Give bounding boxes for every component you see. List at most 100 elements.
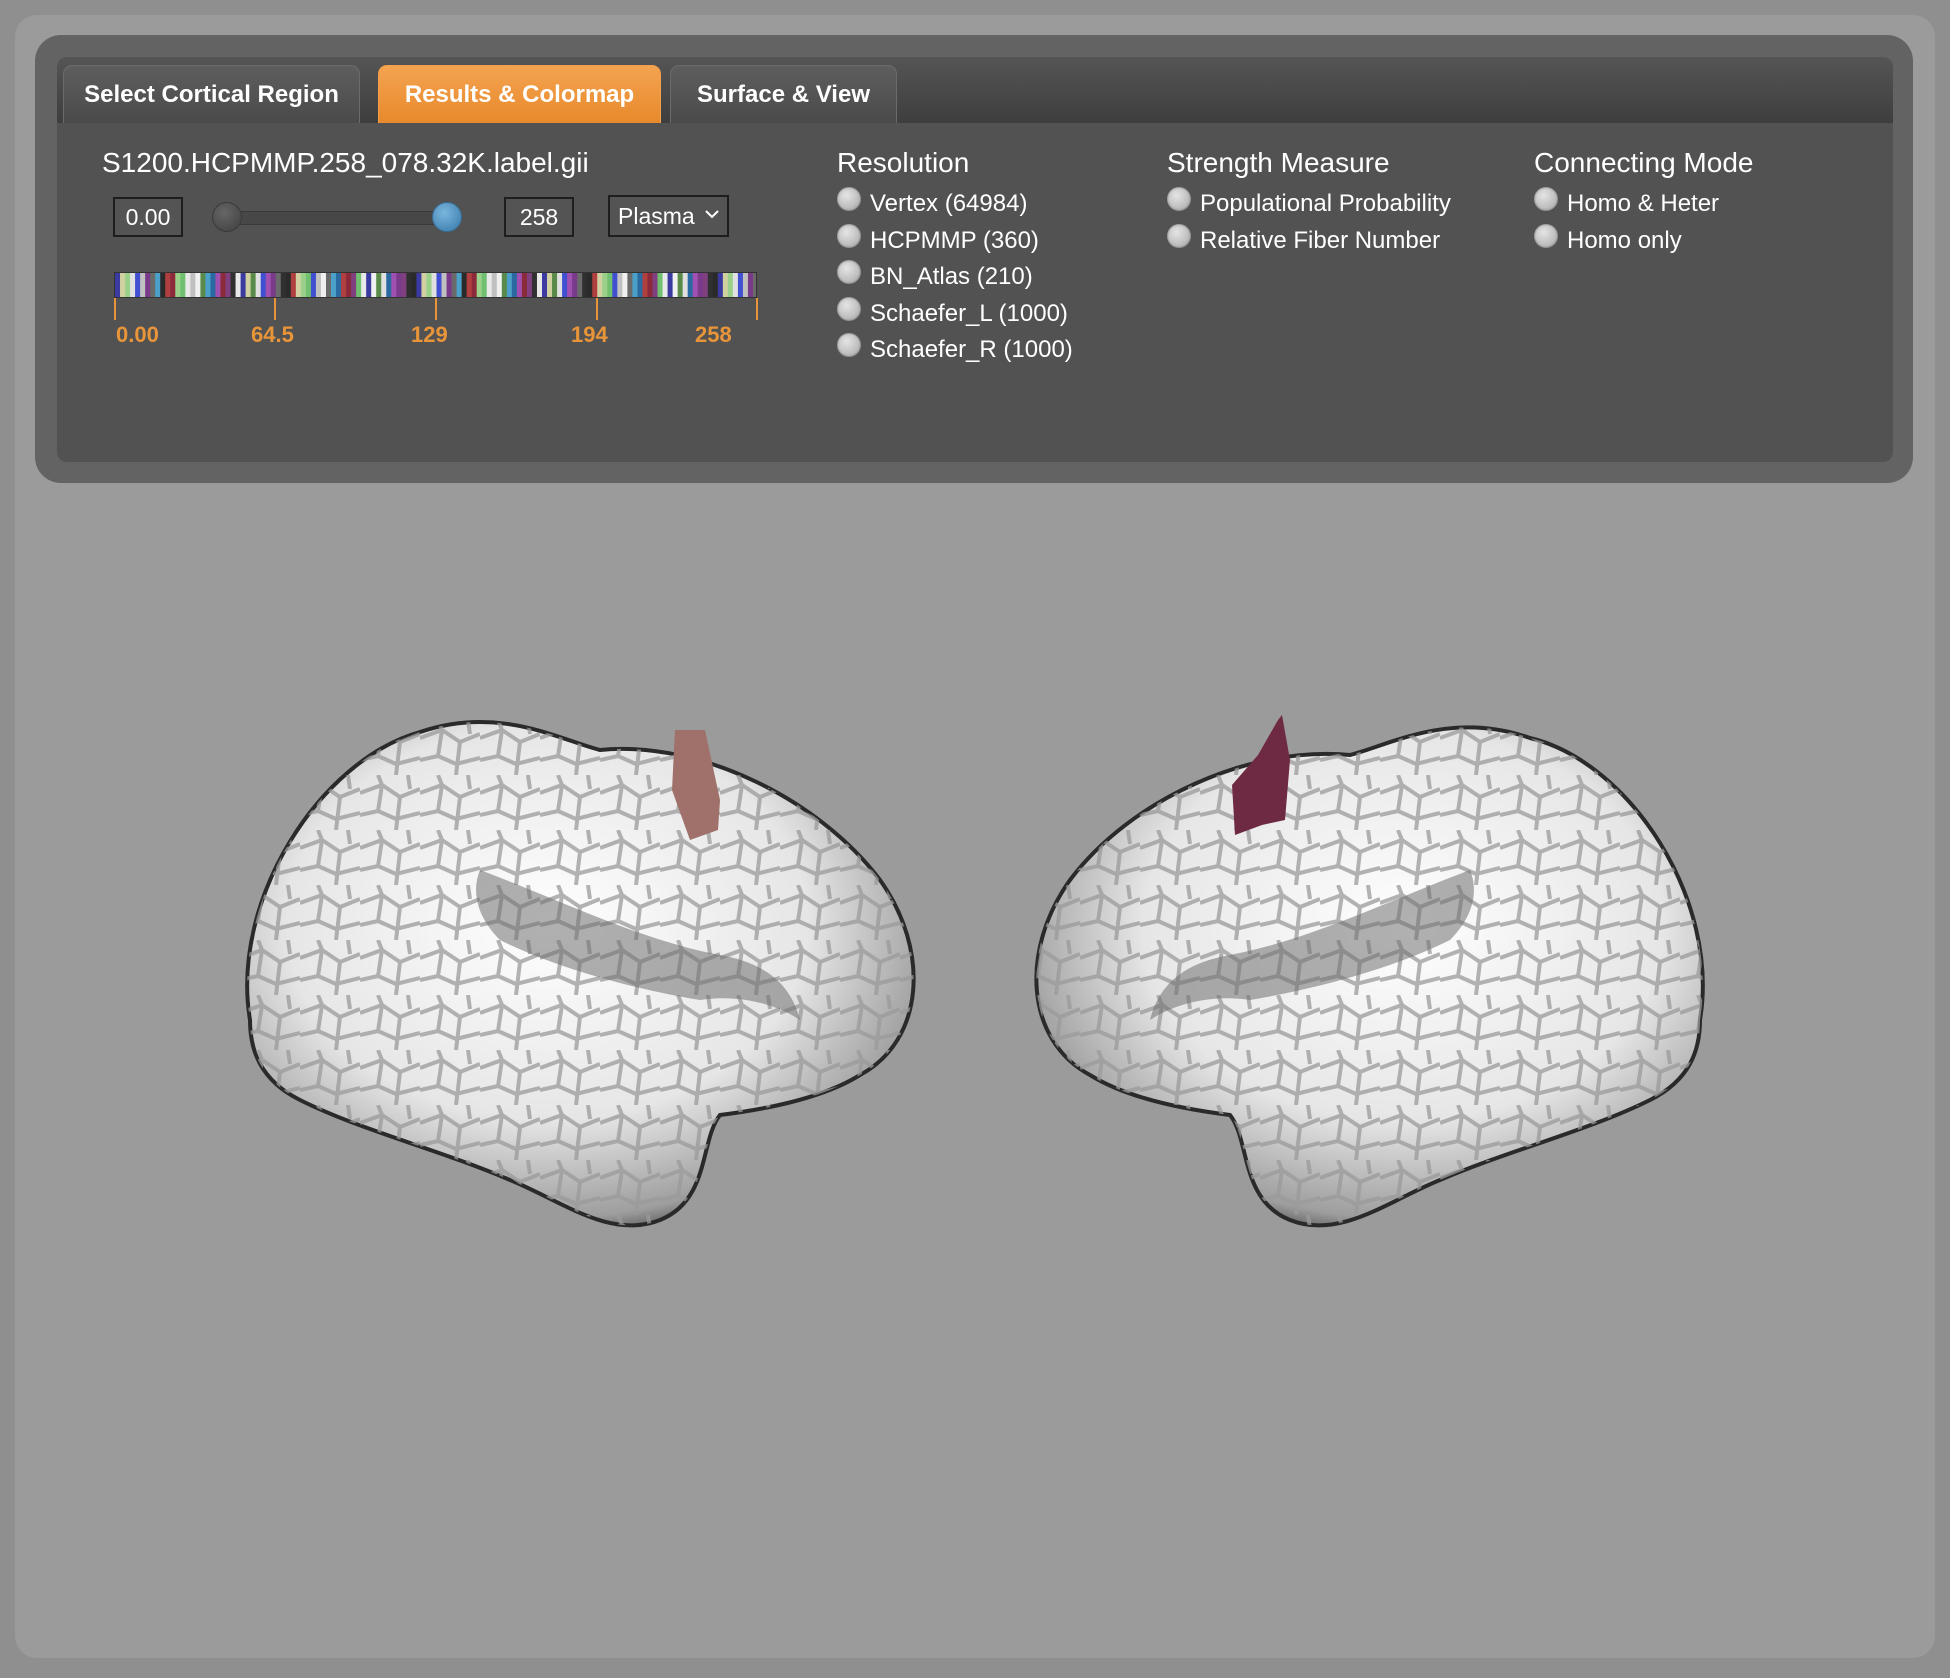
colorbar-stripe xyxy=(481,273,488,297)
radio-button[interactable] xyxy=(837,333,861,357)
radio-label: Homo only xyxy=(1567,227,1682,254)
colorbar-stripe xyxy=(391,273,397,297)
colorbar-stripe xyxy=(557,273,563,297)
colorbar-stripe xyxy=(672,273,679,297)
colorbar-stripe xyxy=(155,273,161,297)
radio-label: BN_Atlas (210) xyxy=(870,263,1033,290)
colorbar-stripe xyxy=(451,273,458,297)
colorbar-stripe xyxy=(130,273,136,297)
colorbar-stripe xyxy=(290,273,297,297)
colorbar-stripe xyxy=(687,273,694,297)
tab-results-colormap[interactable]: Results & Colormap xyxy=(378,65,661,123)
radio-strength-relative-fiber[interactable]: Relative Fiber Number xyxy=(1167,224,1441,255)
colorbar-stripe xyxy=(245,273,252,297)
brain-viewer[interactable] xyxy=(0,500,1950,1650)
colorbar-stripe xyxy=(742,273,749,297)
colorbar-tick xyxy=(435,298,437,320)
colorbar-stripe xyxy=(642,273,648,297)
colormap-select[interactable]: Plasma xyxy=(608,195,729,237)
radio-button[interactable] xyxy=(837,224,861,248)
radio-resolution-schaefer-r[interactable]: Schaefer_R (1000) xyxy=(837,333,1073,364)
radio-strength-populational[interactable]: Populational Probability xyxy=(1167,187,1451,218)
colorbar-stripe xyxy=(436,273,443,297)
radio-button[interactable] xyxy=(1167,224,1191,248)
radio-resolution-schaefer-l[interactable]: Schaefer_L (1000) xyxy=(837,297,1068,328)
colorbar-stripe xyxy=(667,273,674,297)
colorbar-stripe xyxy=(752,273,756,297)
colorbar-stripe xyxy=(185,273,191,297)
colorbar-stripe xyxy=(125,273,131,297)
radio-label: Schaefer_L (1000) xyxy=(870,300,1068,327)
colorbar-stripe xyxy=(426,273,432,297)
colorbar-stripe xyxy=(346,273,352,297)
range-slider-track[interactable] xyxy=(212,211,462,225)
colorbar-stripe xyxy=(140,273,146,297)
colorbar-stripe xyxy=(396,273,402,297)
colorbar-stripe xyxy=(195,273,201,297)
radio-button[interactable] xyxy=(837,297,861,321)
colorbar-tick xyxy=(114,298,116,320)
colorbar-stripe xyxy=(516,273,523,297)
colorbar-stripe xyxy=(341,273,347,297)
colorbar-tick xyxy=(274,298,276,320)
colorbar-stripe xyxy=(300,273,307,297)
max-value-input[interactable]: 258 xyxy=(504,197,574,237)
radio-button[interactable] xyxy=(1534,187,1558,211)
colorbar-stripe xyxy=(336,273,342,297)
colorbar-stripe xyxy=(361,273,367,297)
radio-resolution-bn-atlas[interactable]: BN_Atlas (210) xyxy=(837,260,1033,291)
radio-label: Homo & Heter xyxy=(1567,190,1720,217)
tab-select-cortical-region[interactable]: Select Cortical Region xyxy=(63,65,360,123)
colorbar-stripe xyxy=(295,273,302,297)
left-hemisphere[interactable] xyxy=(245,720,916,1228)
colorbar-stripe xyxy=(647,273,653,297)
colorbar-stripe xyxy=(697,273,704,297)
resolution-title: Resolution xyxy=(837,147,970,178)
radio-connecting-homo-only[interactable]: Homo only xyxy=(1534,224,1682,255)
colorbar-stripe xyxy=(381,273,387,297)
colorbar-stripe xyxy=(325,273,332,297)
colorbar-stripe xyxy=(501,273,508,297)
radio-button[interactable] xyxy=(837,260,861,284)
radio-label: Schaefer_R (1000) xyxy=(870,336,1073,363)
colorbar-stripe xyxy=(617,273,623,297)
colorbar-tick-label: 194 xyxy=(571,322,608,347)
colorbar-stripe xyxy=(275,273,282,297)
colorbar-stripe xyxy=(461,273,468,297)
colorbar-stripe xyxy=(627,273,633,297)
radio-button[interactable] xyxy=(1167,187,1191,211)
range-slider-min-handle[interactable] xyxy=(212,202,242,232)
colorbar-stripe xyxy=(496,273,503,297)
colorbar-stripe xyxy=(531,273,538,297)
radio-connecting-homo-heter[interactable]: Homo & Heter xyxy=(1534,187,1720,218)
colorbar-stripe xyxy=(170,273,176,297)
colorbar-stripe xyxy=(135,273,141,297)
tab-surface-view[interactable]: Surface & View xyxy=(670,65,897,123)
radio-label: Relative Fiber Number xyxy=(1200,227,1441,254)
colorbar-stripe xyxy=(160,273,166,297)
radio-label: Populational Probability xyxy=(1200,190,1451,217)
colorbar-stripe xyxy=(582,273,588,297)
colorbar-stripe xyxy=(180,273,186,297)
colorbar-stripe xyxy=(722,273,729,297)
colorbar-stripe xyxy=(521,273,528,297)
radio-button[interactable] xyxy=(1534,224,1558,248)
right-hemisphere[interactable] xyxy=(1034,715,1705,1228)
radio-button[interactable] xyxy=(837,187,861,211)
colorbar-stripe xyxy=(577,273,583,297)
radio-resolution-vertex[interactable]: Vertex (64984) xyxy=(837,187,1027,218)
colorbar-stripe xyxy=(486,273,493,297)
colorbar-stripe xyxy=(431,273,437,297)
colorbar-stripe xyxy=(305,273,312,297)
range-slider-max-handle[interactable] xyxy=(432,202,462,232)
radio-label: HCPMMP (360) xyxy=(870,227,1039,254)
colorbar-stripe xyxy=(220,273,227,297)
min-value-input[interactable]: 0.00 xyxy=(113,197,183,237)
colorbar-stripe xyxy=(476,273,483,297)
colorbar-stripe xyxy=(727,273,734,297)
radio-resolution-hcpmmp[interactable]: HCPMMP (360) xyxy=(837,224,1039,255)
colorbar-stripe xyxy=(466,273,473,297)
colorbar-stripe xyxy=(280,273,287,297)
colorbar-stripe xyxy=(285,273,292,297)
colorbar-stripe xyxy=(386,273,392,297)
